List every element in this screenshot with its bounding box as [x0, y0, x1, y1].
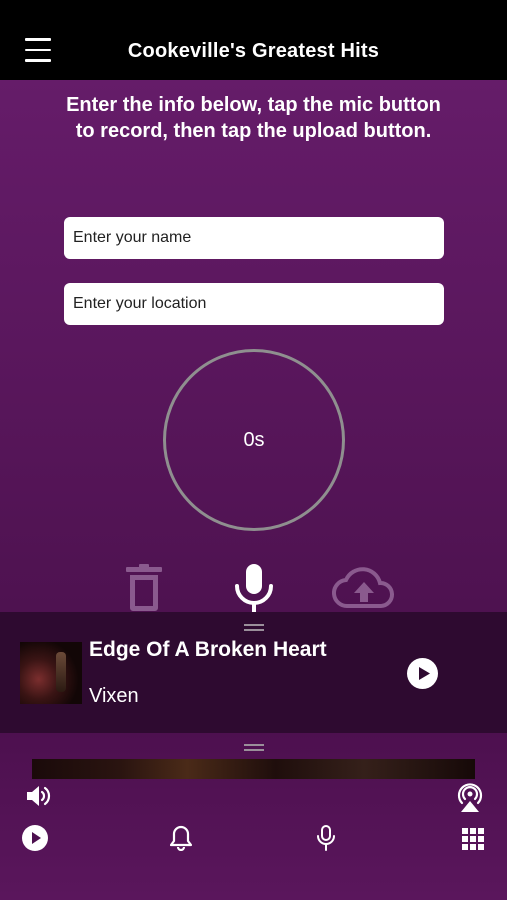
drag-handle[interactable]: [244, 744, 264, 751]
now-playing-bar[interactable]: Edge Of A Broken Heart Vixen: [0, 612, 507, 733]
location-input[interactable]: [64, 283, 444, 325]
cloud-upload-icon[interactable]: [332, 566, 396, 610]
artist-name: Vixen: [89, 685, 139, 707]
volume-icon[interactable]: [25, 783, 53, 809]
microphone-icon[interactable]: [232, 564, 276, 614]
song-title: Edge Of A Broken Heart: [89, 638, 327, 661]
drag-handle[interactable]: [244, 624, 264, 631]
album-art: [20, 642, 82, 704]
trash-icon[interactable]: [122, 564, 166, 612]
airplay-icon[interactable]: [455, 781, 485, 813]
name-input[interactable]: [64, 217, 444, 259]
play-circle-icon[interactable]: [22, 825, 48, 851]
recording-timer: 0s: [163, 349, 345, 531]
instructions-text: Enter the info below, tap the mic button…: [66, 94, 441, 142]
microphone-icon[interactable]: [316, 825, 336, 851]
grid-icon[interactable]: [462, 828, 484, 850]
play-circle-icon[interactable]: [407, 658, 438, 689]
banner-image: [32, 759, 475, 779]
timer-value: 0s: [243, 428, 265, 451]
app-title: Cookeville's Greatest Hits: [127, 40, 380, 62]
record-panel: Enter the info below, tap the mic button…: [0, 80, 507, 614]
app-header: Cookeville's Greatest Hits: [0, 0, 507, 80]
bell-icon[interactable]: [170, 825, 192, 851]
bottom-bar: [0, 733, 507, 900]
